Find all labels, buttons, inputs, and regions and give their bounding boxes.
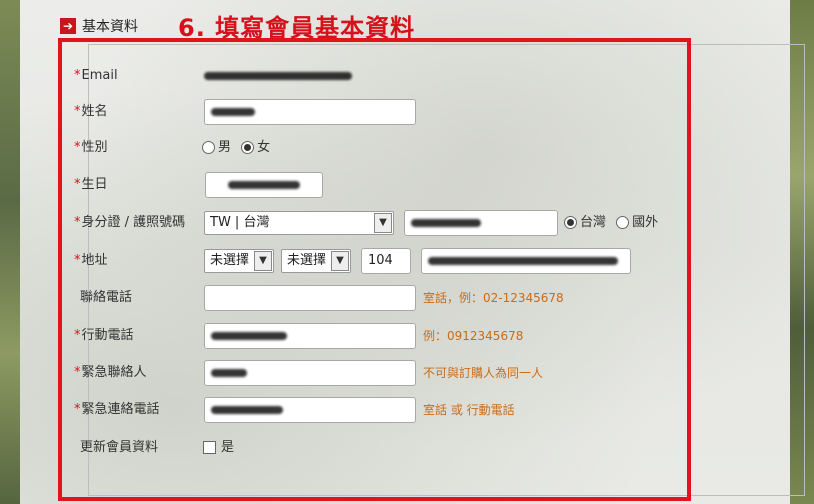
section-title: 基本資料 xyxy=(82,19,138,35)
emergency-phone-hint: 室話 或 行動電話 xyxy=(423,403,515,417)
address-field[interactable] xyxy=(421,248,631,274)
name-field[interactable] xyxy=(204,99,416,125)
chevron-down-icon: ▼ xyxy=(254,251,272,271)
chevron-down-icon: ▼ xyxy=(374,213,392,233)
address-redacted xyxy=(428,256,618,265)
update-member-option[interactable]: 是 xyxy=(203,434,234,462)
mobile-hint: 例：0912345678 xyxy=(423,329,524,343)
district-select[interactable]: 未選擇 ▼ xyxy=(281,249,351,273)
email-value xyxy=(204,62,352,90)
chevron-down-icon: ▼ xyxy=(331,251,349,271)
emergency-contact-field[interactable] xyxy=(204,360,416,386)
mobile-field[interactable] xyxy=(204,323,416,349)
email-redacted xyxy=(204,71,352,80)
id-number-field[interactable] xyxy=(404,210,558,236)
update-member-checkbox[interactable] xyxy=(203,441,216,454)
row-emergency-phone: *緊急連絡電話 室話 或 行動電話 xyxy=(20,396,790,424)
mobile-label: *行動電話 xyxy=(74,328,134,343)
phone-field[interactable] xyxy=(204,285,416,311)
phone-label: 聯絡電話 xyxy=(80,290,133,305)
row-birthday: *生日 xyxy=(20,171,790,199)
gender-label: *性別 xyxy=(74,140,108,155)
phone-hint: 室話，例：02-12345678 xyxy=(423,291,564,305)
row-gender: *性別 男 女 xyxy=(20,134,790,162)
email-label: *Email xyxy=(74,68,118,83)
update-member-checkbox-label: 是 xyxy=(221,440,235,455)
row-email: *Email xyxy=(20,62,790,90)
row-phone: 聯絡電話 室話，例：02-12345678 xyxy=(20,284,790,312)
name-redacted xyxy=(211,107,255,116)
update-member-label: 更新會員資料 xyxy=(80,440,159,455)
gender-option-female[interactable]: 女 xyxy=(241,140,270,155)
emergency-contact-redacted xyxy=(211,368,247,377)
row-id: *身分證 / 護照號碼 TW | 台灣 ▼ 台灣 國外 xyxy=(20,209,790,237)
emergency-contact-hint: 不可與訂購人為同一人 xyxy=(423,366,544,380)
mobile-redacted xyxy=(211,331,287,340)
row-update-member: 更新會員資料 是 xyxy=(20,434,790,462)
birthday-label: *生日 xyxy=(74,177,108,192)
background-left xyxy=(0,0,20,504)
name-label: *姓名 xyxy=(74,104,108,119)
emergency-phone-label: *緊急連絡電話 xyxy=(74,402,160,417)
arrow-right-icon: ➔ xyxy=(60,18,76,34)
region-option-taiwan[interactable]: 台灣 xyxy=(564,215,606,230)
row-name: *姓名 xyxy=(20,98,790,126)
city-select[interactable]: 未選擇 ▼ xyxy=(204,249,274,273)
emergency-phone-redacted xyxy=(211,405,283,414)
emergency-phone-field[interactable] xyxy=(204,397,416,423)
zip-field[interactable]: 104 xyxy=(361,248,411,274)
section-header: ➔ 基本資料 xyxy=(60,16,138,36)
page: ➔ 基本資料 6. 填寫會員基本資料 *Email *姓名 *性別 男 女 *生… xyxy=(20,0,805,504)
birthday-field[interactable] xyxy=(205,172,323,198)
row-address: *地址 未選擇 ▼ 未選擇 ▼ 104 xyxy=(20,247,790,275)
id-redacted xyxy=(411,218,481,227)
gender-radio-group: 男 女 xyxy=(202,134,276,162)
address-label: *地址 xyxy=(74,253,108,268)
region-option-overseas[interactable]: 國外 xyxy=(616,215,658,230)
row-mobile: *行動電話 例：0912345678 xyxy=(20,322,790,350)
region-radio-group: 台灣 國外 xyxy=(564,209,664,237)
row-emergency-contact: *緊急聯絡人 不可與訂購人為同一人 xyxy=(20,359,790,387)
gender-option-male[interactable]: 男 xyxy=(202,140,231,155)
emergency-contact-label: *緊急聯絡人 xyxy=(74,365,147,380)
id-label: *身分證 / 護照號碼 xyxy=(74,215,186,230)
birthday-redacted xyxy=(228,180,300,189)
country-select[interactable]: TW | 台灣 ▼ xyxy=(204,211,394,235)
